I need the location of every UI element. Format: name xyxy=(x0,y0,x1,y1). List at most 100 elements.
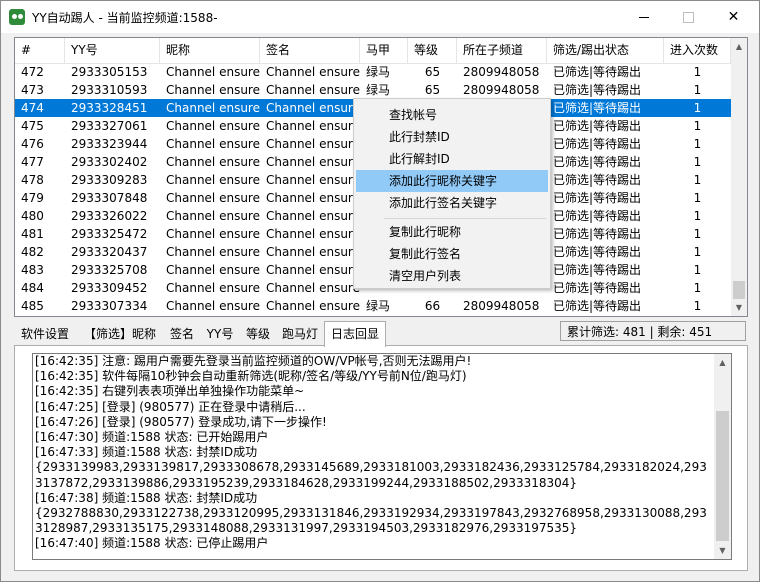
table-cell: Channel ensure xyxy=(266,209,360,223)
column-header[interactable]: 等级 xyxy=(408,38,457,63)
table-cell: 2933325472 xyxy=(71,227,148,241)
minimize-icon xyxy=(638,16,649,18)
table-cell: 473 xyxy=(21,83,44,97)
table-cell: Channel ensure xyxy=(266,119,360,133)
table-cell: 已筛选|等待踢出 xyxy=(553,209,642,223)
menu-item-ban-id[interactable]: 此行封禁ID xyxy=(356,126,548,148)
column-header[interactable]: 筛选/踢出状态 xyxy=(547,38,664,63)
column-header[interactable]: 进入次数 xyxy=(664,38,731,63)
table-cell: 2933328451 xyxy=(71,101,148,115)
tab-signature[interactable]: 签名 xyxy=(164,323,200,345)
table-cell: Channel ensure xyxy=(266,155,360,169)
table-cell: 绿马 xyxy=(366,65,391,79)
table-cell: Channel ensure xyxy=(266,227,360,241)
table-cell: 479 xyxy=(21,191,44,205)
table-cell: 1 xyxy=(693,245,702,259)
table-cell: Channel ensure xyxy=(166,209,260,223)
table-cell: 1 xyxy=(693,65,702,79)
log-scrollbar[interactable]: ▲ ▼ xyxy=(714,354,731,559)
log-text: [16:42:35] 注意: 踢用户需要先登录当前监控频道的OW/VP帐号,否则… xyxy=(35,354,707,551)
table-cell: Channel ensure xyxy=(266,101,360,115)
scroll-down-icon[interactable]: ▼ xyxy=(714,542,731,559)
table-cell: 1 xyxy=(693,263,702,277)
table-cell: 474 xyxy=(21,101,44,115)
column-header[interactable]: 签名 xyxy=(260,38,360,63)
column-header[interactable]: # xyxy=(15,38,65,63)
table-cell: 2933307334 xyxy=(71,299,148,313)
table-cell: 已筛选|等待踢出 xyxy=(553,245,642,259)
title-bar[interactable]: YY自动踢人 - 当前监控频道:1588- ✕ xyxy=(1,1,759,33)
table-cell: 65 xyxy=(424,83,441,97)
table-cell: 2809948058 xyxy=(463,65,540,79)
menu-item-unban-id[interactable]: 此行解封ID xyxy=(356,148,548,170)
table-row[interactable]: 473 2933310593 Channel ensure Channel ensur… xyxy=(15,81,731,99)
yy-app-icon xyxy=(9,9,25,25)
table-cell: Channel ensure xyxy=(166,191,260,205)
scroll-up-icon[interactable]: ▲ xyxy=(714,354,731,371)
tab-log[interactable]: 日志回显 xyxy=(324,321,386,347)
table-cell: Channel ensure xyxy=(166,227,260,241)
tab-marquee[interactable]: 跑马灯 xyxy=(276,323,324,345)
maximize-button[interactable] xyxy=(666,1,711,33)
table-cell: 绿马 xyxy=(366,299,391,313)
table-cell: Channel ensure xyxy=(166,119,260,133)
table-cell: Channel ensure xyxy=(166,155,260,169)
table-cell: Channel ensure xyxy=(266,299,360,313)
table-scrollbar[interactable]: ▲ ▼ xyxy=(731,38,747,316)
scroll-down-icon[interactable]: ▼ xyxy=(731,299,747,316)
table-row[interactable]: 472 2933305153 Channel ensure Channel ensur… xyxy=(15,63,731,81)
table-cell: 2933310593 xyxy=(71,83,148,97)
column-header[interactable]: YY号 xyxy=(65,38,160,63)
tab-filter-nickname[interactable]: 【筛选】昵称 xyxy=(76,323,164,345)
table-cell: 已筛选|等待踢出 xyxy=(553,281,642,295)
column-header[interactable]: 昵称 xyxy=(160,38,260,63)
close-button[interactable]: ✕ xyxy=(711,1,756,33)
tab-settings[interactable]: 软件设置 xyxy=(14,323,76,345)
menu-item-add-signature-keyword[interactable]: 添加此行签名关键字 xyxy=(356,192,548,214)
table-cell: 2933309283 xyxy=(71,173,148,187)
table-cell: 已筛选|等待踢出 xyxy=(553,299,642,313)
main-window: YY自动踢人 - 当前监控频道:1588- ✕ # YY号 昵称 签名 马甲 等… xyxy=(0,0,760,582)
log-output[interactable]: [16:42:35] 注意: 踢用户需要先登录当前监控频道的OW/VP帐号,否则… xyxy=(32,353,732,560)
table-cell: 2933326022 xyxy=(71,209,148,223)
menu-item-copy-nickname[interactable]: 复制此行昵称 xyxy=(356,221,548,243)
table-cell: Channel ensure xyxy=(266,191,360,205)
tab-level[interactable]: 等级 xyxy=(240,323,276,345)
table-row[interactable]: 485 2933307334 Channel ensure Channel ensur… xyxy=(15,297,731,315)
column-header[interactable]: 马甲 xyxy=(360,38,408,63)
log-panel: [16:42:35] 注意: 踢用户需要先登录当前监控频道的OW/VP帐号,否则… xyxy=(14,345,748,571)
table-header: # YY号 昵称 签名 马甲 等级 所在子频道 筛选/踢出状态 进入次数 xyxy=(15,38,731,64)
menu-item-clear-user-list[interactable]: 清空用户列表 xyxy=(356,265,548,287)
table-cell: 1 xyxy=(693,119,702,133)
minimize-button[interactable] xyxy=(621,1,666,33)
table-cell: 2933325708 xyxy=(71,263,148,277)
scroll-thumb[interactable] xyxy=(716,411,729,541)
table-cell: Channel ensure xyxy=(266,263,360,277)
table-cell: 已筛选|等待踢出 xyxy=(553,65,642,79)
menu-item-find-account[interactable]: 查找帐号 xyxy=(356,104,548,126)
table-cell: 476 xyxy=(21,137,44,151)
table-cell: Channel ensure xyxy=(166,263,260,277)
tab-yy-number[interactable]: YY号 xyxy=(200,323,240,345)
scroll-thumb[interactable] xyxy=(733,281,745,299)
table-cell: 483 xyxy=(21,263,44,277)
table-cell: 2933305153 xyxy=(71,65,148,79)
menu-separator xyxy=(384,218,546,219)
table-cell: 475 xyxy=(21,119,44,133)
menu-item-add-nickname-keyword[interactable]: 添加此行昵称关键字 xyxy=(356,170,548,192)
table-cell: 1 xyxy=(693,227,702,241)
table-cell: Channel ensure xyxy=(166,101,260,115)
menu-item-copy-signature[interactable]: 复制此行签名 xyxy=(356,243,548,265)
table-cell: Channel ensure xyxy=(166,245,260,259)
table-cell: 2933323944 xyxy=(71,137,148,151)
table-cell: 66 xyxy=(424,299,441,313)
table-cell: 2933320437 xyxy=(71,245,148,259)
column-header[interactable]: 所在子频道 xyxy=(457,38,547,63)
table-cell: 2933327061 xyxy=(71,119,148,133)
table-cell: 472 xyxy=(21,65,44,79)
scroll-up-icon[interactable]: ▲ xyxy=(731,38,747,55)
table-cell: 2809948058 xyxy=(463,83,540,97)
table-cell: 485 xyxy=(21,299,44,313)
table-cell: 1 xyxy=(693,191,702,205)
table-cell: 484 xyxy=(21,281,44,295)
